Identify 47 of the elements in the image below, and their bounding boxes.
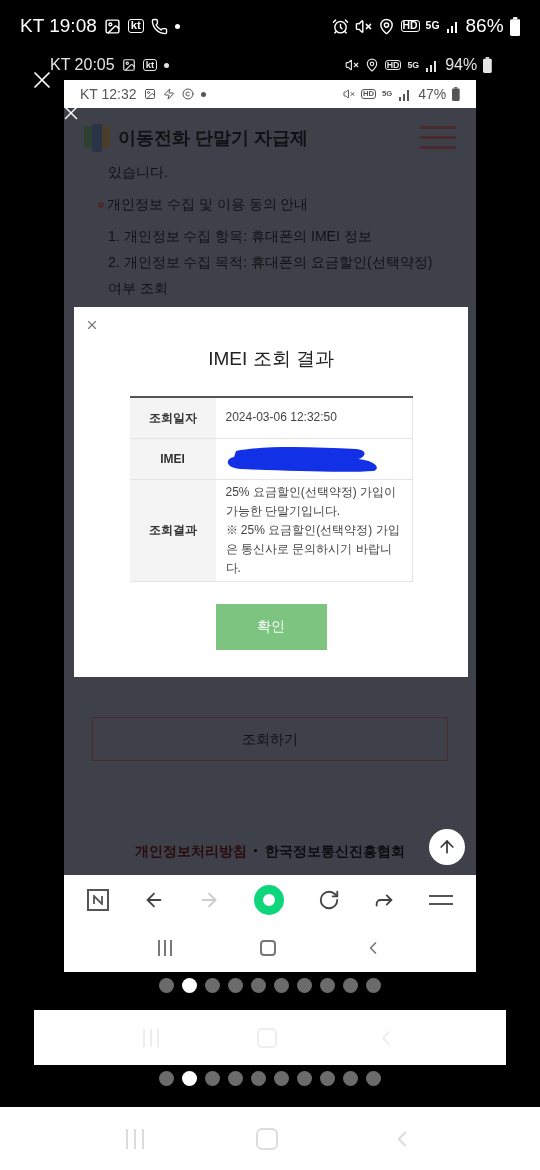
- c-circle-icon: [181, 88, 194, 100]
- naver-icon[interactable]: [86, 889, 109, 911]
- status-time: KT 20:05: [50, 55, 115, 75]
- confirm-button[interactable]: 확인: [215, 603, 327, 650]
- status-time: KT 12:32: [80, 84, 137, 104]
- recent-apps-icon[interactable]: [157, 940, 174, 956]
- bullet-icon: [98, 201, 104, 208]
- carrier-badge: kt: [127, 19, 144, 33]
- location-icon: [364, 58, 379, 72]
- dialog-title: IMEI 조회 결과: [208, 347, 334, 371]
- menu-icon[interactable]: [429, 894, 454, 906]
- refresh-icon[interactable]: [317, 889, 340, 911]
- network-label: 5G: [425, 20, 440, 32]
- logo-icon: [84, 124, 112, 152]
- row-label: 조회일자: [129, 397, 216, 438]
- phone-icon: [150, 17, 168, 35]
- image-icon: [121, 58, 136, 72]
- org-link[interactable]: 한국정보통신진흥협회: [265, 840, 405, 862]
- home-icon[interactable]: [260, 940, 276, 956]
- battery-percent: 86%: [465, 13, 504, 38]
- row-value: ※ 25% 요금할인(선택약정) 가입은 통신사로 문의하시기 바랍니다.: [225, 521, 401, 577]
- signal-icon: [445, 19, 460, 33]
- battery-icon: [483, 57, 492, 73]
- bolt-icon: [162, 88, 175, 100]
- hd-badge: HD: [400, 19, 420, 33]
- privacy-link[interactable]: 개인정보처리방침: [135, 840, 247, 862]
- mute-icon: [354, 17, 372, 35]
- image-icon: [103, 17, 121, 35]
- row-label: IMEI: [129, 438, 216, 479]
- battery-percent: 47%: [418, 84, 447, 104]
- row-value: 25% 요금할인(선택약정) 가입이 가능한 단말기입니다.: [225, 483, 398, 520]
- status-time: KT 19:08: [20, 13, 97, 38]
- battery-percent: 94%: [445, 55, 478, 75]
- hd-badge: HD: [384, 59, 402, 71]
- mute-icon: [342, 88, 355, 100]
- row-value: 2024-03-06 12:32:50: [225, 409, 338, 426]
- alarm-icon: [331, 17, 349, 35]
- location-icon: [377, 17, 395, 35]
- battery-icon: [452, 87, 460, 101]
- separator: ·: [253, 839, 259, 863]
- row-label: 조회결과: [129, 479, 216, 581]
- network-label: 5G: [407, 60, 420, 70]
- mute-icon: [344, 58, 359, 72]
- image-icon: [143, 88, 156, 100]
- battery-icon: [509, 16, 520, 36]
- carrier-badge: kt: [142, 59, 158, 71]
- scroll-top-button[interactable]: [429, 829, 465, 865]
